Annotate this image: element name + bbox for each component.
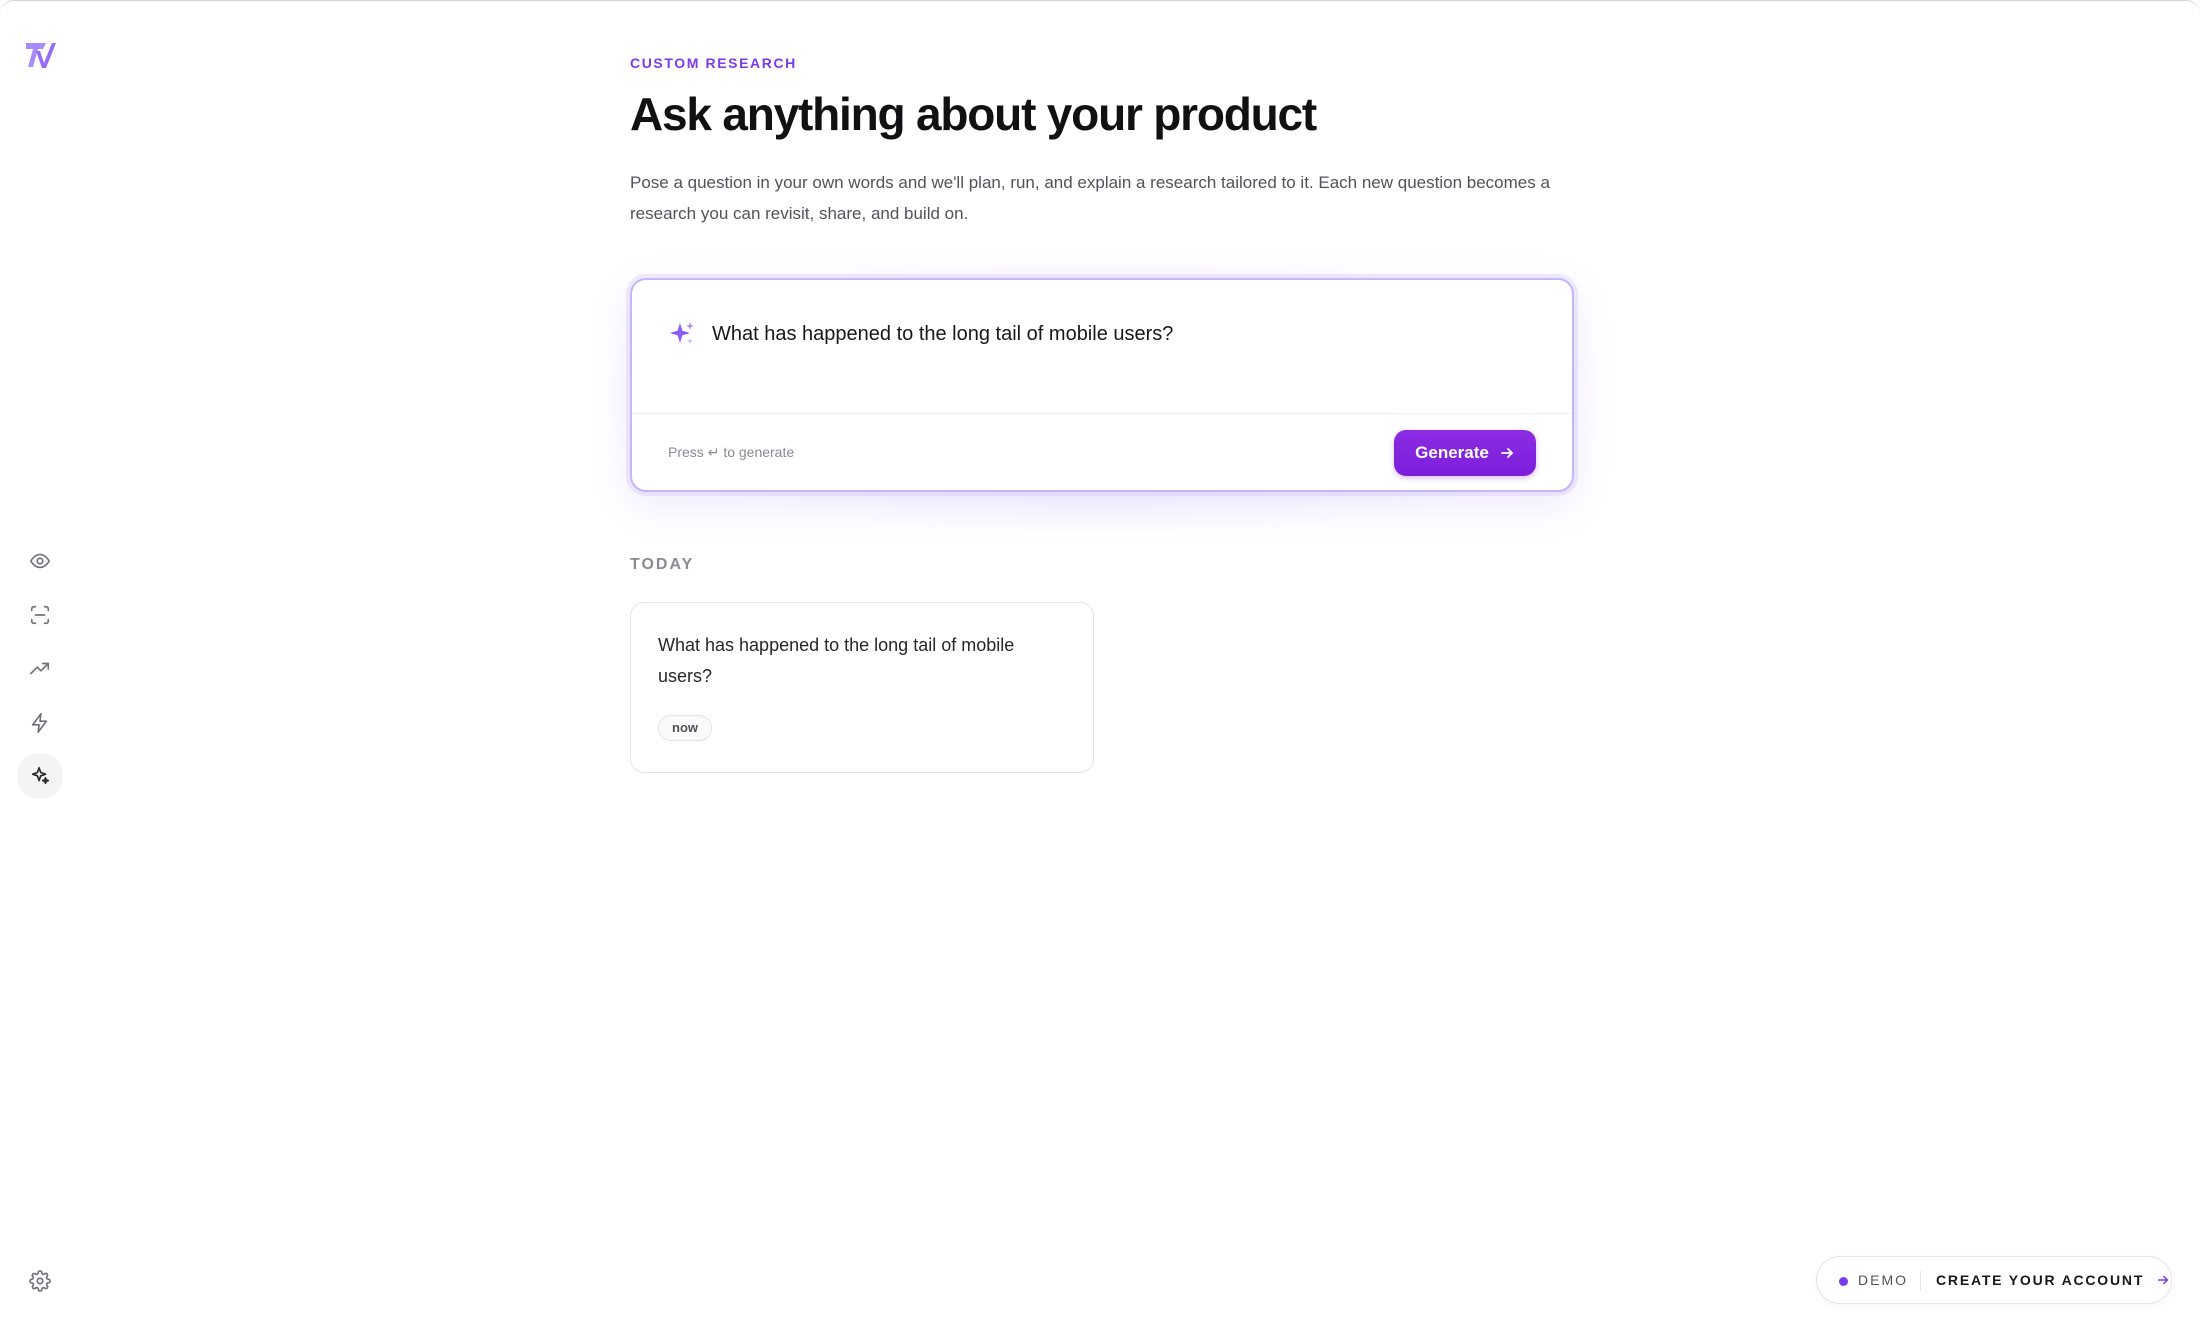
history-section-label: TODAY bbox=[630, 556, 695, 573]
page-eyebrow: CUSTOM RESEARCH bbox=[630, 55, 797, 71]
scan-icon bbox=[30, 605, 50, 625]
lightning-icon bbox=[31, 713, 48, 733]
arrow-right-icon bbox=[1500, 448, 1513, 458]
research-card[interactable]: What has happened to the long tail of mo… bbox=[630, 602, 1094, 773]
trending-up-icon bbox=[30, 662, 50, 675]
prompt-card: Press ↵ to generate Generate bbox=[630, 278, 1574, 492]
demo-status-dot bbox=[1839, 1277, 1848, 1286]
sidebar bbox=[0, 1, 80, 1331]
sidebar-item-trends[interactable] bbox=[17, 646, 63, 692]
app-logo[interactable] bbox=[24, 41, 56, 69]
page-title: Ask anything about your product bbox=[630, 88, 1317, 140]
gear-icon bbox=[29, 1270, 51, 1292]
hint-suffix: to generate bbox=[723, 444, 795, 460]
time-badge: now bbox=[658, 715, 712, 741]
keyboard-hint: Press ↵ to generate bbox=[668, 444, 794, 461]
sidebar-item-overview[interactable] bbox=[17, 538, 63, 584]
eye-icon bbox=[30, 553, 50, 569]
page-subtitle: Pose a question in your own words and we… bbox=[630, 173, 1550, 223]
sidebar-item-scan[interactable] bbox=[17, 592, 63, 638]
research-question-input[interactable] bbox=[712, 318, 1532, 350]
demo-divider bbox=[1920, 1271, 1921, 1291]
create-account-link[interactable]: CREATE YOUR ACCOUNT bbox=[1936, 1272, 2170, 1288]
generate-button[interactable]: Generate bbox=[1394, 430, 1536, 476]
enter-key-icon: ↵ bbox=[707, 444, 720, 460]
hint-prefix: Press bbox=[668, 444, 704, 460]
app-window: CUSTOM RESEARCH Ask anything about your … bbox=[0, 0, 2200, 1331]
sidebar-item-custom-research[interactable] bbox=[17, 753, 63, 799]
arrow-right-icon bbox=[2158, 1275, 2169, 1285]
demo-label: DEMO bbox=[1858, 1272, 1908, 1288]
create-account-label: CREATE YOUR ACCOUNT bbox=[1936, 1272, 2145, 1288]
prompt-divider bbox=[632, 413, 1572, 414]
sparkle-icon bbox=[670, 322, 694, 344]
sparkles-icon bbox=[31, 766, 50, 785]
demo-bar: DEMO CREATE YOUR ACCOUNT bbox=[1816, 1256, 2172, 1304]
settings-button[interactable] bbox=[17, 1258, 63, 1304]
research-card-title: What has happened to the long tail of mo… bbox=[658, 635, 1015, 686]
generate-button-label: Generate bbox=[1415, 443, 1489, 462]
sidebar-item-automations[interactable] bbox=[17, 700, 63, 746]
